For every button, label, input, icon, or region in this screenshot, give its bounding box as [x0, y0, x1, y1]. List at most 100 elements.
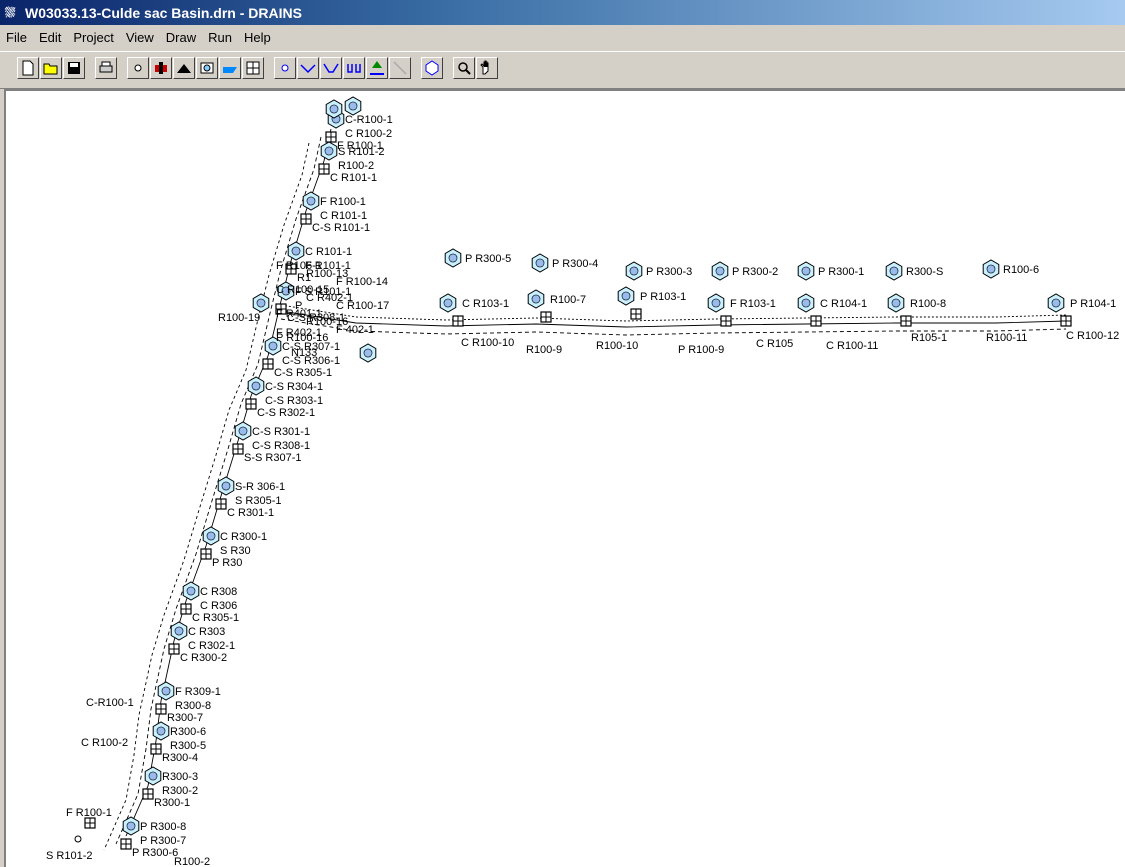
new-file-icon[interactable] — [17, 57, 39, 79]
node-label[interactable]: R105-1 — [911, 332, 947, 344]
catchment-hexagon[interactable] — [711, 298, 721, 308]
node-label[interactable]: C R103-1 — [462, 298, 509, 310]
node-label[interactable]: C R101-1 — [320, 210, 367, 222]
node-label[interactable]: R100-7 — [550, 294, 586, 306]
overflow-route-icon[interactable] — [343, 57, 365, 79]
node-label[interactable]: P R300-3 — [646, 266, 692, 278]
catchment-hexagon[interactable] — [221, 481, 231, 491]
node-label[interactable]: S R101-2 — [338, 146, 384, 158]
menu-file[interactable]: File — [0, 30, 33, 45]
node-label[interactable]: R300-4 — [162, 752, 198, 764]
node-label[interactable]: P R300-1 — [818, 266, 864, 278]
node-label[interactable]: S-S R307-1 — [244, 452, 301, 464]
catchment-hexagon[interactable] — [889, 266, 899, 276]
catchment-hexagon[interactable] — [186, 586, 196, 596]
catchment-hexagon[interactable] — [986, 264, 996, 274]
node-label[interactable]: C R305-1 — [192, 612, 239, 624]
node-label[interactable]: C R302-1 — [188, 640, 235, 652]
node-label[interactable]: F R100-1 — [66, 807, 112, 819]
node-label[interactable]: C-R100-1 — [86, 697, 134, 709]
node-label[interactable]: R300-8 — [175, 700, 211, 712]
node-label[interactable]: P R300-4 — [552, 258, 598, 270]
catchment-hexagon[interactable] — [251, 381, 261, 391]
save-icon[interactable] — [63, 57, 85, 79]
node-label[interactable]: F R309-1 — [175, 686, 221, 698]
node-label[interactable]: R100-2 — [174, 856, 210, 867]
catchment-hexagon[interactable] — [348, 101, 358, 111]
node-label[interactable]: R300-6 — [170, 726, 206, 738]
branch-overflow-route[interactable] — [280, 304, 1067, 322]
menu-edit[interactable]: Edit — [33, 30, 67, 45]
node-label[interactable]: C R100-10 — [461, 337, 514, 349]
branch-pipe[interactable] — [280, 310, 1067, 328]
menu-view[interactable]: View — [120, 30, 160, 45]
node-label[interactable]: R300-2 — [162, 785, 198, 797]
catchment-hexagon[interactable] — [801, 298, 811, 308]
catchment-hexagon[interactable] — [531, 294, 541, 304]
node-label[interactable]: R300-3 — [162, 771, 198, 783]
culvert-icon[interactable] — [242, 57, 264, 79]
node-label[interactable]: P R100-9 — [678, 344, 724, 356]
catchment-hexagon[interactable] — [621, 291, 631, 301]
node-label[interactable]: F R402-1 — [276, 327, 322, 339]
catchment-hexagon[interactable] — [291, 246, 301, 256]
node-label[interactable]: P R300-8 — [140, 821, 186, 833]
node-label[interactable]: C-S R301-1 — [252, 426, 310, 438]
node-label[interactable]: C R300-1 — [220, 531, 267, 543]
node-label[interactable]: C-S R302-1 — [257, 407, 315, 419]
print-icon[interactable] — [95, 57, 117, 79]
node-label[interactable]: F 402-1 — [336, 324, 374, 336]
catchment-hexagon[interactable] — [535, 258, 545, 268]
catchment-hexagon[interactable] — [238, 426, 248, 436]
outlet-node[interactable] — [74, 835, 82, 843]
node-label[interactable]: C R306 — [200, 600, 237, 612]
catchment-hexagon[interactable] — [306, 196, 316, 206]
node-label[interactable]: P R104-1 — [1070, 298, 1116, 310]
outlet-icon[interactable] — [219, 57, 241, 79]
node-label[interactable]: C R100-17 — [336, 300, 389, 312]
catchment-hexagon[interactable] — [715, 266, 725, 276]
pipe-icon[interactable] — [297, 57, 319, 79]
node-label[interactable]: C R300-2 — [180, 652, 227, 664]
node-label[interactable]: R100-11 — [986, 332, 1027, 344]
node-label[interactable]: R300-7 — [167, 712, 203, 724]
node-small-icon[interactable] — [274, 57, 296, 79]
node-label[interactable]: R100-6 — [1003, 264, 1039, 276]
node-label[interactable]: C R105 — [756, 338, 793, 350]
catchment-hexagon[interactable] — [161, 686, 171, 696]
node-label[interactable]: P R300-6 — [132, 847, 178, 859]
open-file-icon[interactable] — [40, 57, 62, 79]
node-label[interactable]: C-R100-1 — [345, 114, 393, 126]
pan-hand-icon[interactable] — [476, 57, 498, 79]
node-label[interactable]: R100-8 — [910, 298, 946, 310]
catchment-hexagon[interactable] — [891, 298, 901, 308]
node-label[interactable]: N133 — [291, 347, 317, 359]
node-label[interactable]: C-S R308-1 — [252, 440, 310, 452]
node-label[interactable]: C R301-1 — [227, 507, 274, 519]
catchment-hexagon[interactable] — [324, 146, 334, 156]
catchment-hexagon[interactable] — [1051, 298, 1061, 308]
node-label[interactable]: P R103-1 — [640, 291, 686, 303]
node-label[interactable]: C R101-1 — [330, 172, 377, 184]
node-label[interactable]: S R101-2 — [46, 850, 92, 862]
catchment-hexagon[interactable] — [126, 821, 136, 831]
catchment-hexagon[interactable] — [448, 253, 458, 263]
menu-draw[interactable]: Draw — [160, 30, 202, 45]
polygon-icon[interactable] — [421, 57, 443, 79]
menu-project[interactable]: Project — [67, 30, 119, 45]
node-label[interactable]: C R100-11 — [826, 340, 878, 352]
detention-basin-icon[interactable] — [173, 57, 195, 79]
catchment-hexagon[interactable] — [174, 626, 184, 636]
node-label[interactable]: C-S R304-1 — [265, 381, 323, 393]
catchment-hexagon[interactable] — [443, 298, 453, 308]
catchment-hexagon[interactable] — [256, 298, 266, 308]
headwall-icon[interactable] — [196, 57, 218, 79]
channel-icon[interactable] — [320, 57, 342, 79]
catchment-hexagon[interactable] — [329, 104, 339, 114]
node-label[interactable]: R100-10 — [596, 340, 638, 352]
node-label[interactable]: S R305-1 — [235, 495, 281, 507]
node-label[interactable]: P R300-7 — [140, 835, 186, 847]
node-label[interactable]: C-S R101-1 — [312, 222, 370, 234]
node-label[interactable]: S R30 — [220, 545, 251, 557]
menu-run[interactable]: Run — [202, 30, 238, 45]
